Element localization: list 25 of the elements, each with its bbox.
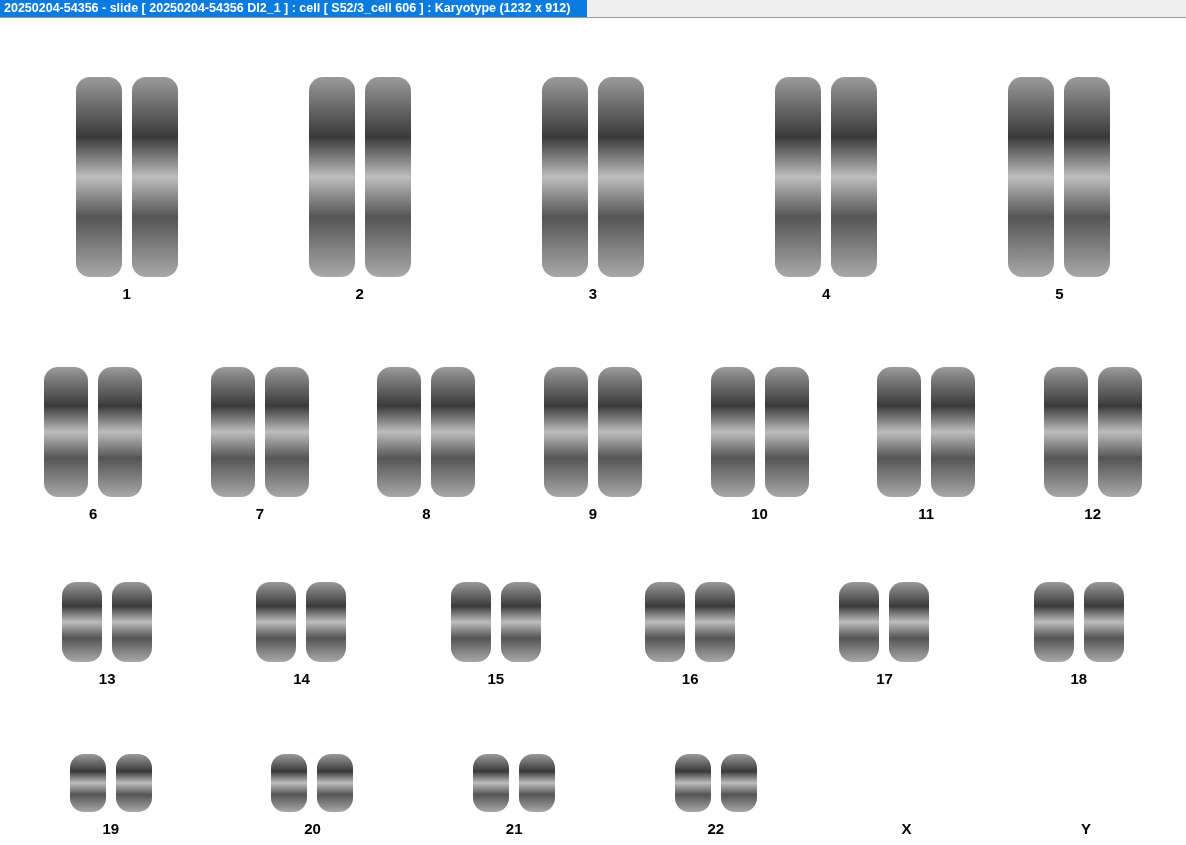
chromosome-number: 13 (98, 670, 116, 687)
chromosome-number: 6 (89, 505, 98, 522)
chromosome-number: 14 (293, 670, 310, 687)
chromosome-number: 12 (1084, 505, 1101, 522)
chromosome-number: 3 (588, 285, 598, 302)
chromosome-number: 1 (122, 285, 131, 302)
window-title: 20250204-54356 - slide [ 20250204-54356 DI2_1 ] : cell [ S52/3_cell 606 ] : Karyotype (1232 x 912) (0, 0, 587, 17)
chromosome-number: 2 (355, 285, 364, 302)
chromosome-number: 16 (681, 670, 699, 687)
chromosome-number: 4 (822, 285, 831, 302)
chromosome-number: 19 (102, 820, 120, 837)
chromosome-number: 21 (505, 820, 523, 837)
chromosome-number: 17 (876, 670, 893, 687)
chromosome-number: 20 (304, 820, 321, 837)
chromosome-number: 10 (751, 505, 768, 522)
chromosome-number: 8 (422, 505, 431, 522)
chromosome-number: 15 (487, 670, 505, 687)
chromosome-number: 5 (1055, 285, 1064, 302)
chromosome-number: Y (1081, 820, 1092, 837)
chromosome-number: 9 (588, 505, 598, 522)
chromosome-number: X (901, 820, 912, 837)
chromosome-number: 7 (255, 505, 264, 522)
chromosome-number: 22 (707, 820, 725, 837)
chromosome-number: 11 (918, 505, 934, 522)
chromosome-number: 18 (1070, 670, 1088, 687)
